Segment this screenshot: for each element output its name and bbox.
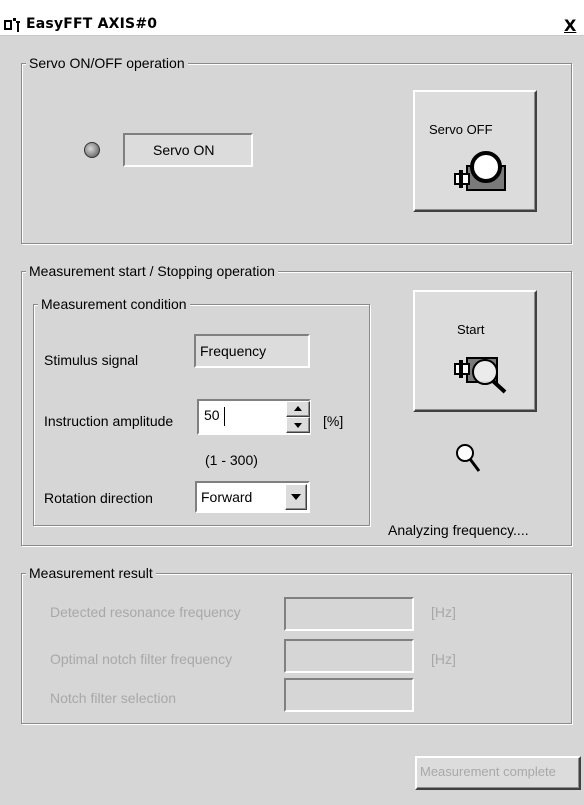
amplitude-label: Instruction amplitude [44, 413, 174, 429]
spin-arrows-icon[interactable] [286, 401, 310, 433]
result-group-label: Measurement result [26, 564, 156, 582]
app-icon [4, 18, 20, 32]
condition-group-label: Measurement condition [38, 295, 190, 313]
resonance-field [284, 597, 414, 631]
magnifier-icon [456, 444, 481, 472]
resonance-label: Detected resonance frequency [50, 604, 241, 620]
motor-magnifier-icon [454, 357, 507, 394]
start-button[interactable]: Start [413, 290, 537, 412]
servo-status-text: Servo ON [153, 142, 215, 158]
servo-motor-icon [454, 151, 506, 191]
notch-sel-field [284, 678, 414, 712]
servo-off-label: Servo OFF [429, 122, 493, 137]
start-label: Start [457, 322, 485, 337]
title-bar[interactable]: EasyFFT AXIS#0 X [0, 0, 584, 36]
stimulus-value: Frequency [200, 343, 267, 359]
dialog-window: EasyFFT AXIS#0 X Servo ON/OFF operation … [0, 0, 584, 805]
led-indicator-icon [84, 142, 100, 158]
amplitude-range: (1 - 300) [205, 452, 258, 468]
measurement-complete-label: Measurement complete [420, 764, 556, 779]
amplitude-value: 50 [204, 407, 220, 423]
window-title: EasyFFT AXIS#0 [26, 16, 158, 32]
notch-sel-label: Notch filter selection [50, 690, 177, 706]
direction-label: Rotation direction [44, 490, 153, 506]
resonance-unit: [Hz] [431, 604, 456, 620]
servo-status-field: Servo ON [123, 133, 253, 167]
direction-value: Forward [201, 489, 253, 505]
spin-down-button[interactable] [286, 417, 310, 433]
chevron-down-icon [291, 494, 301, 500]
servo-off-button[interactable]: Servo OFF [413, 90, 537, 212]
stimulus-label: Stimulus signal [44, 352, 139, 368]
spin-down-icon [294, 423, 302, 428]
notch-freq-field [284, 639, 414, 673]
text-cursor [224, 407, 225, 426]
amplitude-unit: [%] [323, 413, 344, 429]
spin-up-button[interactable] [286, 401, 310, 417]
direction-dropdown-button[interactable] [285, 484, 307, 510]
notch-freq-label: Optimal notch filter frequency [50, 651, 233, 667]
measurement-complete-button[interactable]: Measurement complete [415, 756, 581, 790]
spin-up-icon [294, 406, 302, 411]
measurement-group-label: Measurement start / Stopping operation [26, 262, 278, 280]
analyzing-status: Analyzing frequency.... [388, 522, 529, 538]
notch-freq-unit: [Hz] [431, 651, 456, 667]
servo-group-label: Servo ON/OFF operation [26, 54, 188, 72]
stimulus-field: Frequency [194, 334, 310, 368]
close-button[interactable]: X [564, 16, 584, 36]
direction-select[interactable]: Forward [195, 481, 310, 513]
